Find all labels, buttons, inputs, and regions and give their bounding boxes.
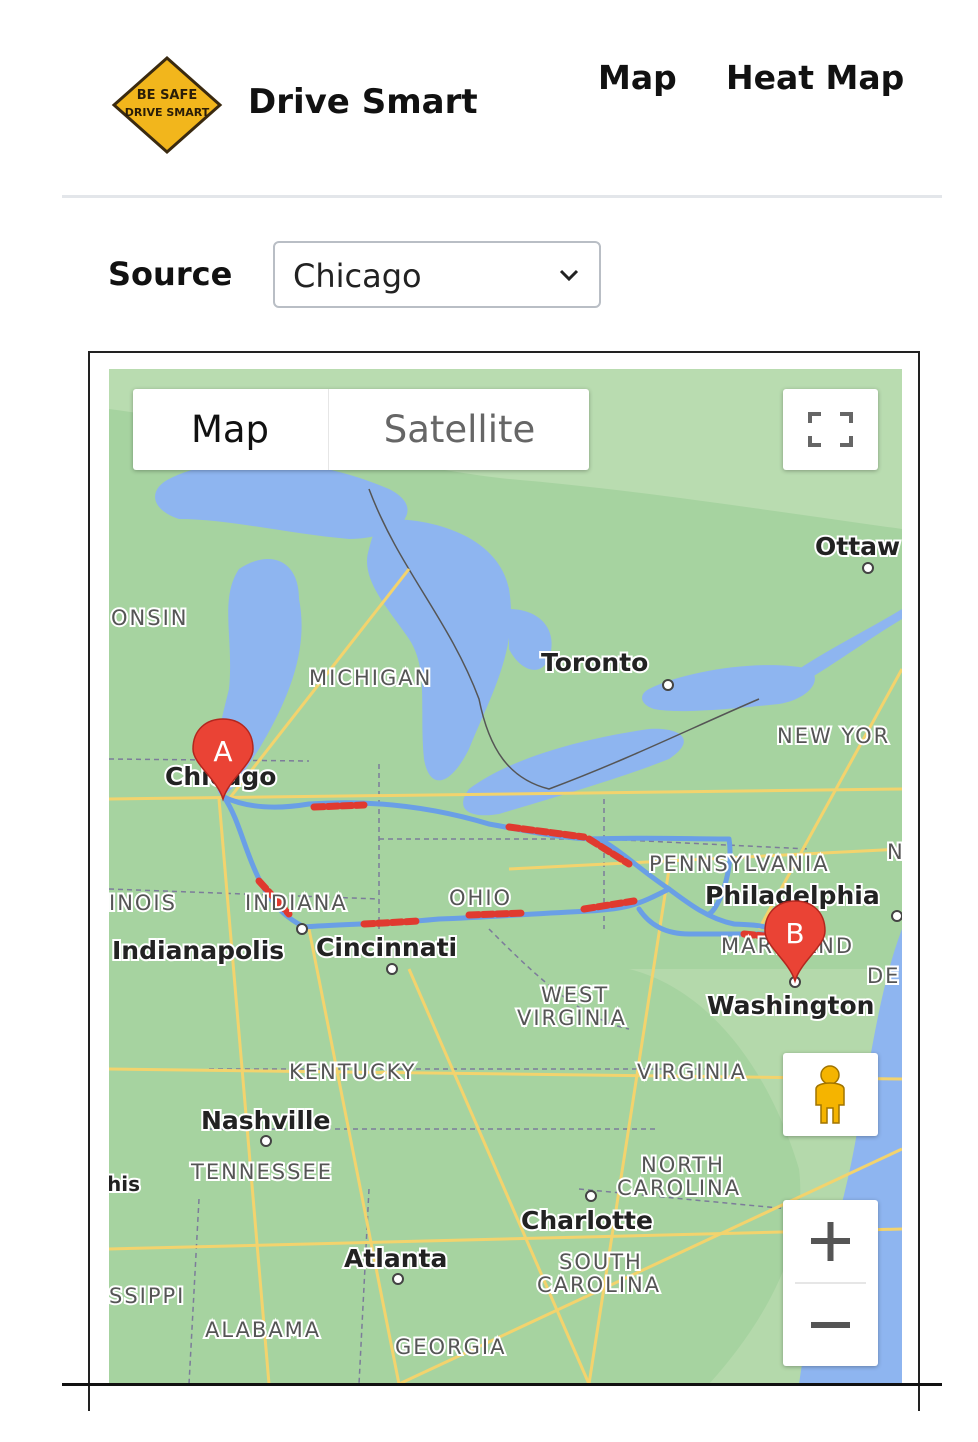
map-state-nj: N xyxy=(887,840,902,864)
map-state-wisconsin: ONSIN xyxy=(111,606,188,630)
map-label-atlanta: Atlanta xyxy=(344,1244,447,1273)
zoom-control xyxy=(783,1200,878,1366)
map-label-toronto: Toronto xyxy=(541,648,648,677)
map-state-indiana: INDIANA xyxy=(245,891,348,915)
chevron-down-icon xyxy=(559,269,579,282)
bottom-rule xyxy=(62,1383,942,1386)
map-state-tennessee: TENNESSEE xyxy=(190,1160,333,1184)
map-label-memphis: his xyxy=(109,1172,140,1196)
drive-smart-logo: BE SAFE DRIVE SMART xyxy=(110,55,225,155)
marker-a-label: A xyxy=(213,735,232,768)
map-state-west-virginia: VIRGINIA xyxy=(517,1006,627,1030)
nav-map[interactable]: Map xyxy=(598,58,677,97)
map-state-michigan: MICHIGAN xyxy=(309,666,432,690)
map-label-nashville: Nashville xyxy=(201,1106,330,1135)
map-state-virginia: VIRGINIA xyxy=(637,1060,747,1084)
brand-title: Drive Smart xyxy=(248,82,478,122)
map-type-control: Map Satellite xyxy=(133,389,589,470)
map-type-map-button[interactable]: Map xyxy=(133,389,327,470)
marker-b-label: B xyxy=(785,917,804,950)
map-label-washington: Washington xyxy=(707,991,874,1020)
map-type-satellite-button[interactable]: Satellite xyxy=(328,389,590,470)
map-state-new-york: NEW YOR xyxy=(777,724,890,748)
nav-heat-map[interactable]: Heat Map xyxy=(726,58,904,97)
fullscreen-icon xyxy=(808,412,853,447)
map-state-ohio: OHIO xyxy=(449,886,512,910)
svg-text:DRIVE SMART: DRIVE SMART xyxy=(125,106,210,119)
map-label-cincinnati: Cincinnati xyxy=(316,933,457,962)
header-divider xyxy=(62,195,942,198)
pegman-icon xyxy=(815,1065,845,1124)
svg-text:BE SAFE: BE SAFE xyxy=(137,88,198,103)
source-selected-value: Chicago xyxy=(293,257,422,295)
map-state-pennsylvania: PENNSYLVANIA xyxy=(649,852,830,876)
map-state-alabama: ALABAMA xyxy=(205,1318,321,1342)
map-state-kentucky: KENTUCKY xyxy=(289,1060,416,1084)
map-state-north-carolina: CAROLINA xyxy=(617,1176,741,1200)
zoom-in-button[interactable] xyxy=(783,1200,878,1282)
map-label-ottawa: Ottaw xyxy=(815,532,900,561)
map-state-south-carolina: CAROLINA xyxy=(537,1273,661,1297)
map-state-north: NORTH xyxy=(641,1153,725,1177)
source-label: Source xyxy=(108,255,233,293)
map-state-georgia: GEORGIA xyxy=(395,1335,507,1359)
fullscreen-button[interactable] xyxy=(783,389,878,470)
map-state-mississippi: SSIPPI xyxy=(109,1284,185,1308)
map-label-indianapolis: Indianapolis xyxy=(112,936,284,965)
plus-icon xyxy=(811,1222,850,1261)
map-state-west: WEST xyxy=(541,983,609,1007)
map-state-delaware: DE xyxy=(867,964,900,988)
map-state-south: SOUTH xyxy=(559,1250,643,1274)
minus-icon xyxy=(811,1322,850,1328)
zoom-out-button[interactable] xyxy=(783,1284,878,1366)
map-label-charlotte: Charlotte xyxy=(521,1206,653,1235)
street-view-pegman-button[interactable] xyxy=(783,1053,878,1136)
source-select[interactable]: Chicago xyxy=(273,241,601,308)
map-state-illinois: INOIS xyxy=(109,891,177,915)
